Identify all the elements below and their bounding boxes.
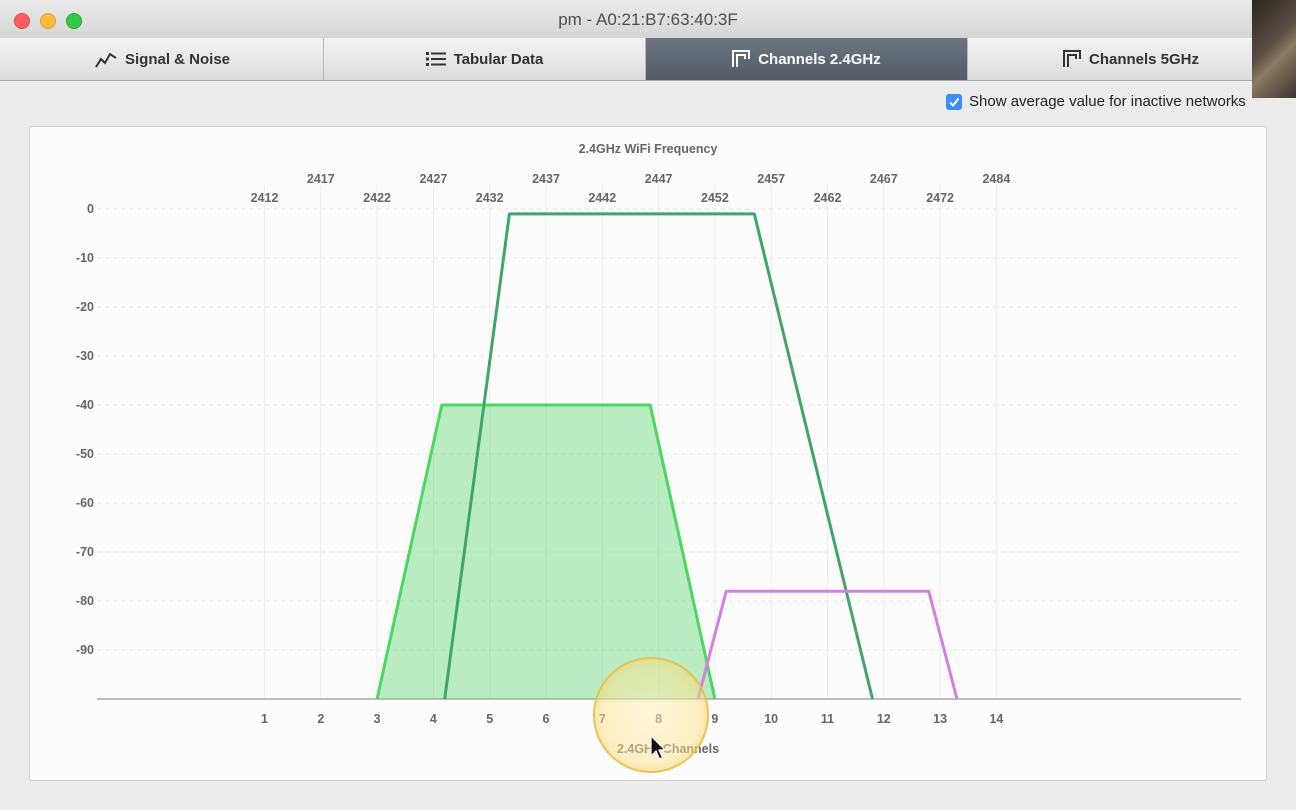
x-tick-label: 4 — [430, 712, 437, 726]
y-tick-label: -30 — [76, 349, 94, 363]
freq-label: 2452 — [701, 191, 729, 205]
y-tick-label: -90 — [76, 643, 94, 657]
x-tick-label: 5 — [486, 712, 493, 726]
network-fill-0 — [377, 405, 715, 699]
mouse-cursor-icon — [650, 735, 666, 760]
y-tick-label: 0 — [87, 202, 94, 216]
freq-label: 2412 — [251, 191, 279, 205]
show-average-label: Show average value for inactive networks — [969, 93, 1246, 110]
tab-channels-24ghz[interactable]: Channels 2.4GHz — [646, 38, 968, 80]
freq-label: 2462 — [814, 191, 842, 205]
chart-title: 2.4GHz WiFi Frequency — [579, 142, 718, 156]
x-tick-label: 10 — [764, 712, 778, 726]
channel-icon — [732, 50, 751, 67]
freq-label: 2442 — [588, 191, 616, 205]
y-tick-label: -70 — [76, 545, 94, 559]
tab-label: Channels 5GHz — [1088, 50, 1200, 68]
y-tick-label: -20 — [76, 300, 94, 314]
tab-channels-5ghz[interactable]: Channels 5GHz — [968, 38, 1294, 80]
freq-label: 2467 — [870, 172, 898, 186]
list-icon — [425, 52, 446, 66]
tab-signal-noise[interactable]: Signal & Noise — [2, 38, 324, 80]
y-tick-label: -60 — [76, 496, 94, 510]
freq-label: 2484 — [982, 172, 1010, 186]
freq-label: 2447 — [645, 172, 673, 186]
freq-label: 2432 — [476, 191, 504, 205]
tab-label: Signal & Noise — [124, 50, 231, 68]
y-tick-label: -10 — [76, 251, 94, 265]
freq-label: 2422 — [363, 191, 391, 205]
x-tick-label: 13 — [933, 712, 947, 726]
freq-label: 2437 — [532, 172, 560, 186]
freq-label: 2472 — [926, 191, 954, 205]
x-tick-label: 2 — [317, 712, 324, 726]
freq-label: 2457 — [757, 172, 785, 186]
line-chart-icon — [95, 52, 117, 68]
title-bar: pm - A0:21:B7:63:40:3F — [0, 0, 1296, 39]
x-tick-label: 9 — [711, 712, 718, 726]
tab-label: Tabular Data — [453, 50, 544, 68]
tab-bar: Signal & Noise Tabular Data Channels 2.4… — [0, 38, 1296, 81]
app-window: pm - A0:21:B7:63:40:3F Signal & Noise Ta… — [0, 0, 1296, 810]
show-average-checkbox[interactable] — [946, 93, 962, 110]
x-tick-label: 11 — [821, 712, 834, 726]
freq-label: 2417 — [307, 172, 335, 186]
background-photo — [1252, 0, 1296, 98]
x-tick-label: 6 — [543, 712, 550, 726]
tab-tabular-data[interactable]: Tabular Data — [324, 38, 646, 80]
y-tick-label: -50 — [76, 447, 94, 461]
x-tick-label: 3 — [374, 712, 381, 726]
channel-icon — [1062, 50, 1081, 67]
freq-label: 2427 — [419, 172, 447, 186]
checkmark-icon — [949, 97, 960, 107]
tab-label: Channels 2.4GHz — [758, 50, 881, 68]
y-tick-label: -40 — [76, 398, 94, 412]
show-average-option[interactable]: Show average value for inactive networks — [946, 93, 1246, 110]
x-tick-label: 14 — [989, 712, 1003, 726]
window-title: pm - A0:21:B7:63:40:3F — [558, 10, 738, 29]
x-tick-label: 12 — [877, 712, 891, 726]
x-tick-label: 1 — [261, 712, 268, 726]
y-tick-label: -80 — [76, 594, 94, 608]
